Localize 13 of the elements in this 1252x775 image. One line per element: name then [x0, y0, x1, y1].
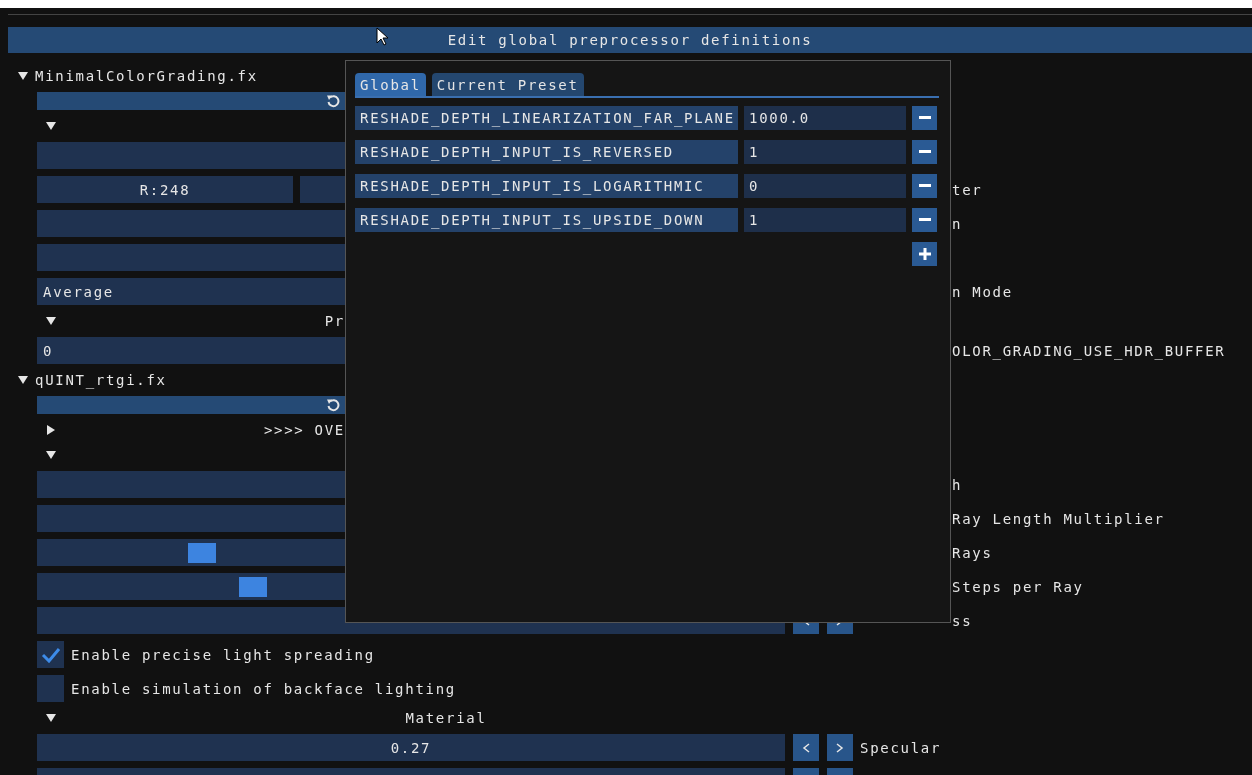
setting-label: n	[952, 215, 963, 232]
setting-label: ss	[952, 612, 973, 629]
setting-label: Steps per Ray	[952, 578, 1084, 595]
checkbox-label: Enable simulation of backface lighting	[71, 680, 456, 697]
window-title: Edit global preprocessor definitions	[447, 32, 813, 48]
setting-label: OLOR_GRADING_USE_HDR_BUFFER	[952, 342, 1226, 359]
checkbox-label: Enable precise light spreading	[71, 646, 375, 663]
setting-label: Specular	[860, 739, 942, 756]
setting-label: n Mode	[952, 283, 1013, 300]
setting-label: ter	[952, 181, 983, 198]
setting-label: h	[952, 476, 963, 493]
setting-label: Rays	[952, 544, 993, 561]
setting-label: Ray Length Multiplier	[952, 510, 1165, 527]
